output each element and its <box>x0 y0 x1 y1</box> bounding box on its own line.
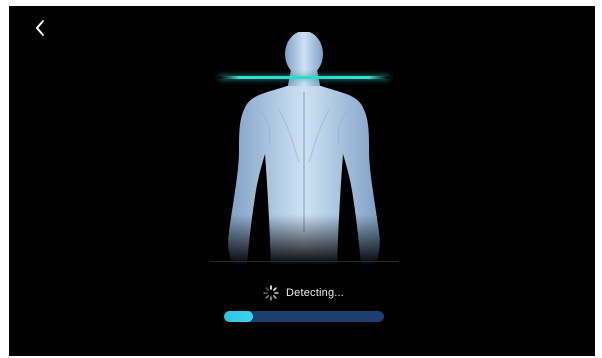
chevron-left-icon <box>36 20 44 36</box>
scan-line <box>219 76 389 79</box>
human-body-back-icon <box>199 32 409 266</box>
figure-baseline <box>211 261 399 262</box>
detection-screen: Detecting... <box>9 6 595 356</box>
detection-status: Detecting... <box>262 284 344 302</box>
back-button[interactable] <box>29 16 53 40</box>
progress-fill <box>224 311 253 322</box>
status-text: Detecting... <box>286 287 345 299</box>
loading-spinner-icon <box>263 285 279 301</box>
progress-bar <box>224 311 384 322</box>
